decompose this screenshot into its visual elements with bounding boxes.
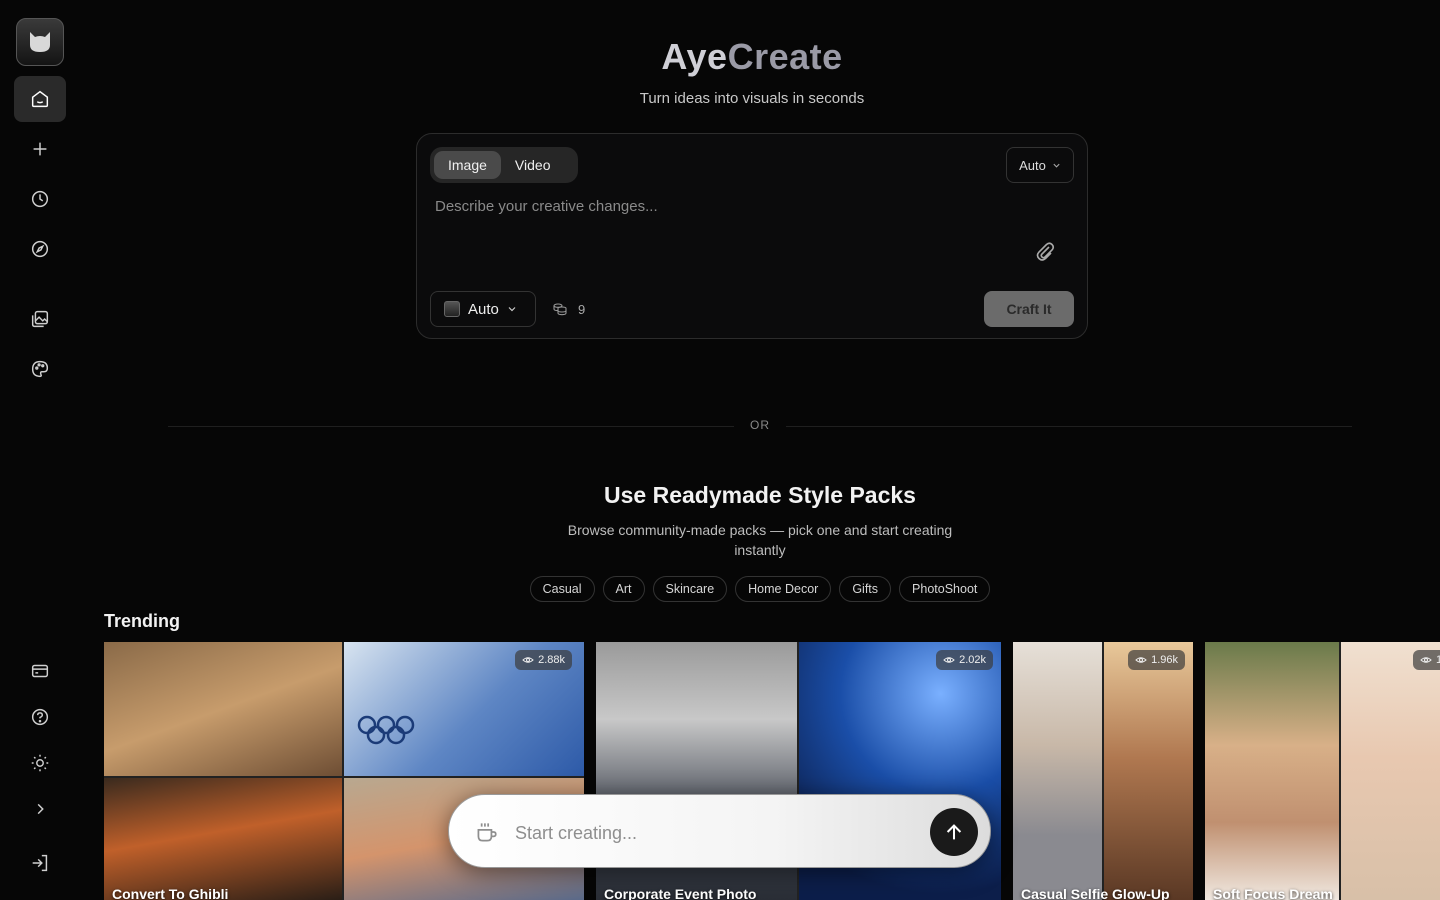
card-title: Soft Focus Dream (1213, 886, 1333, 900)
view-count-badge: 1 (1413, 650, 1440, 670)
preview-image (1205, 642, 1339, 900)
eye-icon (522, 657, 534, 663)
gallery-icon (31, 310, 49, 328)
nav-login[interactable] (14, 840, 66, 886)
preview-image (104, 642, 342, 776)
plus-icon (33, 142, 47, 156)
model-logo-icon (444, 301, 460, 317)
clock-icon (31, 190, 49, 208)
quick-create-bar (448, 794, 991, 868)
media-type-toggle: Image Video (430, 147, 578, 183)
app-title: AyeCreate (0, 36, 1440, 78)
category-chips: Casual Art Skincare Home Decor Gifts Pho… (0, 576, 1440, 602)
trending-heading: Trending (104, 611, 180, 631)
view-count-badge: 1.96k (1128, 650, 1185, 670)
chip-photoshoot[interactable]: PhotoShoot (899, 576, 991, 602)
nav-expand[interactable] (14, 786, 66, 832)
view-count: 2.02k (959, 654, 986, 666)
nav-theme[interactable] (14, 740, 66, 786)
prompt-composer: Image Video Auto Auto 9 Craft It (416, 133, 1088, 339)
craft-it-button[interactable]: Craft It (984, 291, 1074, 327)
prompt-input[interactable] (433, 190, 1037, 222)
view-count: 1 (1436, 654, 1440, 666)
style-pack-card[interactable]: 1.96k Casual Selfie Glow-Up (1013, 642, 1193, 900)
style-packs-title: Use Readymade Style Packs (604, 482, 916, 508)
olympic-rings-icon (357, 715, 415, 745)
paperclip-icon[interactable] (1033, 240, 1057, 264)
nav-billing[interactable] (14, 648, 66, 694)
view-count-badge: 2.02k (936, 650, 993, 670)
preview-image (104, 778, 342, 900)
tab-video[interactable]: Video (501, 151, 565, 179)
nav-styles[interactable] (14, 346, 66, 392)
model-select[interactable]: Auto (430, 291, 536, 327)
app-title-part2: Create (727, 36, 843, 77)
credit-count: 9 (578, 301, 586, 317)
nav-help[interactable] (14, 694, 66, 740)
nav-create[interactable] (14, 126, 66, 172)
quick-create-input[interactable] (513, 817, 907, 849)
aspect-ratio-select[interactable]: Auto (1006, 147, 1074, 183)
credit-cost: 9 (552, 291, 585, 327)
style-pack-card[interactable]: 1 Soft Focus Dream (1205, 642, 1440, 900)
nav-gallery[interactable] (14, 296, 66, 342)
tab-image[interactable]: Image (434, 151, 501, 179)
chip-gifts[interactable]: Gifts (839, 576, 892, 602)
chip-skincare[interactable]: Skincare (652, 576, 728, 602)
or-divider-label: OR (750, 418, 770, 432)
aspect-ratio-label: Auto (1019, 157, 1046, 173)
sun-icon (31, 754, 49, 772)
coins-icon (553, 303, 567, 316)
style-packs-subtitle: Browse community-made packs — pick one a… (567, 522, 953, 558)
coffee-cup-icon (477, 823, 497, 842)
sidebar (0, 0, 80, 900)
chip-home-decor[interactable]: Home Decor (735, 576, 832, 602)
eye-icon (1135, 657, 1147, 663)
card-icon (31, 664, 49, 678)
send-button[interactable] (930, 808, 978, 856)
nav-explore[interactable] (14, 226, 66, 272)
view-count-badge: 2.88k (515, 650, 572, 670)
chip-casual[interactable]: Casual (529, 576, 595, 602)
card-title: Corporate Event Photo (604, 886, 757, 900)
card-title: Casual Selfie Glow-Up (1021, 886, 1170, 900)
compass-icon (31, 240, 49, 258)
preview-image (1341, 642, 1440, 900)
eye-icon (943, 657, 955, 663)
chevron-right-icon (37, 803, 44, 815)
preview-image (1104, 642, 1193, 900)
arrow-up-icon (946, 824, 962, 840)
tagline: Turn ideas into visuals in seconds (639, 90, 865, 107)
palette-icon (31, 360, 49, 378)
view-count: 1.96k (1151, 654, 1178, 666)
chevron-down-icon (508, 307, 516, 312)
login-icon (32, 854, 48, 872)
chip-art[interactable]: Art (602, 576, 645, 602)
app-title-part1: Aye (661, 36, 728, 77)
help-icon (31, 708, 49, 726)
preview-image (1013, 642, 1102, 900)
nav-history[interactable] (14, 176, 66, 222)
card-title: Convert To Ghibli (112, 886, 229, 900)
chevron-down-icon (1053, 163, 1060, 168)
model-label: Auto (468, 300, 499, 318)
eye-icon (1420, 657, 1432, 663)
view-count: 2.88k (538, 654, 565, 666)
